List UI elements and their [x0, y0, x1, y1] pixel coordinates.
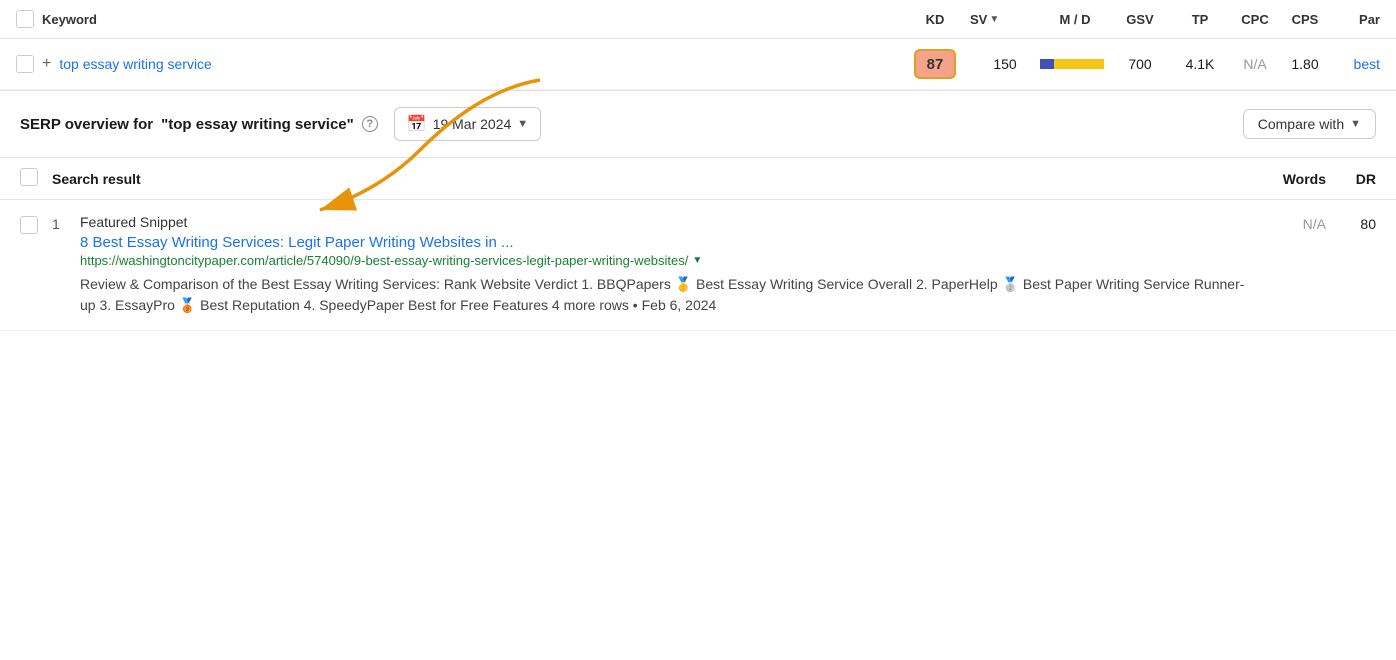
serp-keyword: "top essay writing service": [161, 116, 354, 133]
keyword-link[interactable]: top essay writing service: [59, 56, 212, 72]
compare-label: Compare with: [1258, 116, 1344, 132]
col-label-sv[interactable]: SV ▼: [970, 12, 1040, 27]
help-icon[interactable]: ?: [362, 116, 378, 132]
cell-tp: 4.1K: [1170, 56, 1230, 72]
calendar-icon: 📅: [407, 114, 427, 134]
result-words: N/A: [1246, 214, 1326, 232]
result-row-checkbox[interactable]: [20, 216, 38, 234]
results-table: Search result Words DR 1 Featured Snippe…: [0, 158, 1396, 331]
add-icon[interactable]: +: [42, 55, 51, 73]
header-checkbox[interactable]: [16, 10, 34, 28]
col-label-pare[interactable]: Par: [1330, 12, 1380, 27]
results-header: Search result Words DR: [0, 158, 1396, 200]
cell-pare: best: [1330, 56, 1380, 72]
cell-gsv: 700: [1110, 56, 1170, 72]
serp-title-prefix: SERP overview for: [20, 116, 153, 133]
header-keyword: Keyword: [16, 10, 900, 28]
result-dr: 80: [1326, 214, 1376, 232]
result-title-link[interactable]: 8 Best Essay Writing Services: Legit Pap…: [80, 234, 1246, 251]
result-row-checkbox-cell: [20, 214, 52, 237]
compare-dropdown-arrow-icon: ▼: [1350, 118, 1361, 130]
results-header-search-result: Search result: [52, 171, 1246, 187]
featured-snippet-label: Featured Snippet: [80, 214, 1246, 230]
url-dropdown-icon[interactable]: ▼: [692, 255, 702, 266]
kd-badge: 87: [914, 49, 956, 79]
col-label-keyword: Keyword: [42, 12, 97, 27]
cell-kd: 87: [900, 49, 970, 79]
row-checkbox[interactable]: [16, 55, 34, 73]
result-url-text: https://washingtoncitypaper.com/article/…: [80, 253, 688, 268]
cell-md-bar: [1040, 59, 1110, 69]
cell-cps: 1.80: [1280, 56, 1330, 72]
date-picker[interactable]: 📅 19 Mar 2024 ▼: [394, 107, 541, 141]
results-header-check: [20, 168, 52, 189]
col-label-gsv[interactable]: GSV: [1110, 12, 1170, 27]
col-label-tp[interactable]: TP: [1170, 12, 1230, 27]
col-label-kd[interactable]: KD: [900, 12, 970, 27]
sort-arrow-icon: ▼: [989, 14, 999, 25]
cell-keyword: + top essay writing service: [16, 55, 900, 73]
serp-header: SERP overview for "top essay writing ser…: [0, 91, 1396, 158]
md-bar-blue: [1040, 59, 1054, 69]
col-label-md[interactable]: M / D: [1040, 12, 1110, 27]
date-dropdown-arrow-icon: ▼: [517, 118, 528, 130]
md-bar-yellow: [1054, 59, 1104, 69]
result-content: Featured Snippet 8 Best Essay Writing Se…: [80, 214, 1246, 316]
result-snippet: Review & Comparison of the Best Essay Wr…: [80, 274, 1246, 316]
table-header-row: Keyword KD SV ▼ M / D GSV TP CPC CPS Par: [0, 0, 1396, 39]
results-header-dr: DR: [1326, 171, 1376, 187]
result-rank: 1: [52, 214, 80, 232]
cell-cpc: N/A: [1230, 56, 1280, 72]
result-url[interactable]: https://washingtoncitypaper.com/article/…: [80, 253, 1246, 268]
compare-with-button[interactable]: Compare with ▼: [1243, 109, 1376, 139]
col-label-cps[interactable]: CPS: [1280, 12, 1330, 27]
date-label: 19 Mar 2024: [433, 116, 512, 132]
cell-sv: 150: [970, 56, 1040, 72]
result-row-1: 1 Featured Snippet 8 Best Essay Writing …: [0, 200, 1396, 331]
results-header-checkbox[interactable]: [20, 168, 38, 186]
serp-title: SERP overview for "top essay writing ser…: [20, 116, 378, 133]
table-row: + top essay writing service 87 150 700 4…: [0, 39, 1396, 90]
col-label-cpc[interactable]: CPC: [1230, 12, 1280, 27]
results-header-words: Words: [1246, 171, 1326, 187]
